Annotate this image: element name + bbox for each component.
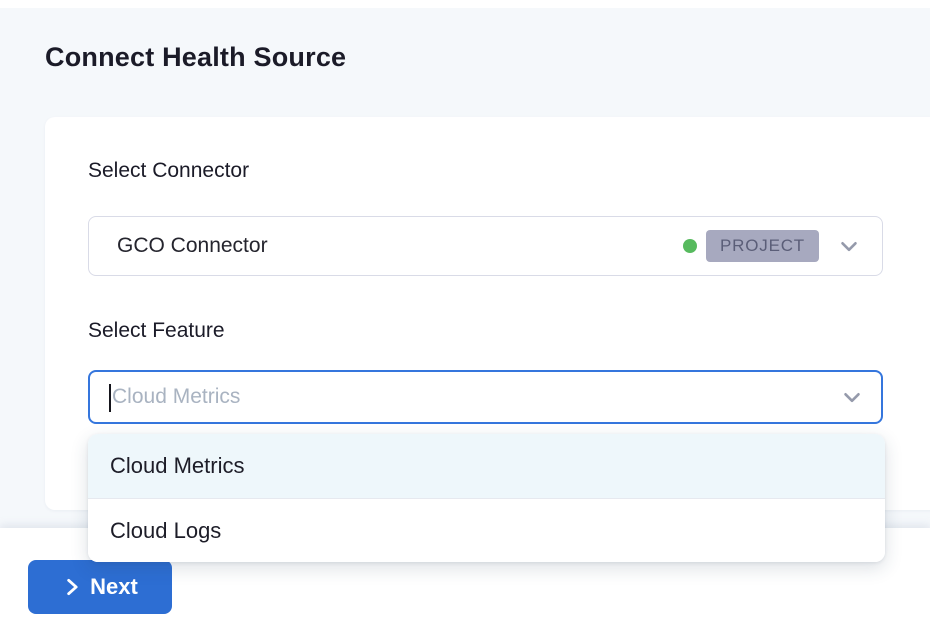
- text-caret: [109, 384, 111, 412]
- chevron-down-icon: [839, 384, 865, 410]
- connector-select[interactable]: GCO Connector PROJECT: [88, 216, 883, 276]
- connector-status-dot-icon: [683, 239, 697, 253]
- top-strip: [0, 0, 930, 8]
- next-button[interactable]: Next: [28, 560, 172, 614]
- feature-select-field[interactable]: [88, 370, 883, 424]
- connector-selected-value: GCO Connector: [117, 234, 683, 258]
- chevron-right-icon: [62, 577, 82, 597]
- next-button-label: Next: [90, 574, 138, 600]
- page-title: Connect Health Source: [45, 42, 346, 73]
- connector-scope-badge: PROJECT: [706, 230, 819, 262]
- feature-dropdown-panel: Cloud Metrics Cloud Logs: [88, 434, 885, 562]
- select-feature-label: Select Feature: [88, 319, 225, 343]
- dropdown-option-cloud-logs[interactable]: Cloud Logs: [88, 498, 885, 562]
- feature-input[interactable]: [90, 372, 839, 422]
- dropdown-option-cloud-metrics[interactable]: Cloud Metrics: [88, 434, 885, 498]
- select-connector-label: Select Connector: [88, 159, 249, 183]
- chevron-down-icon: [836, 233, 862, 259]
